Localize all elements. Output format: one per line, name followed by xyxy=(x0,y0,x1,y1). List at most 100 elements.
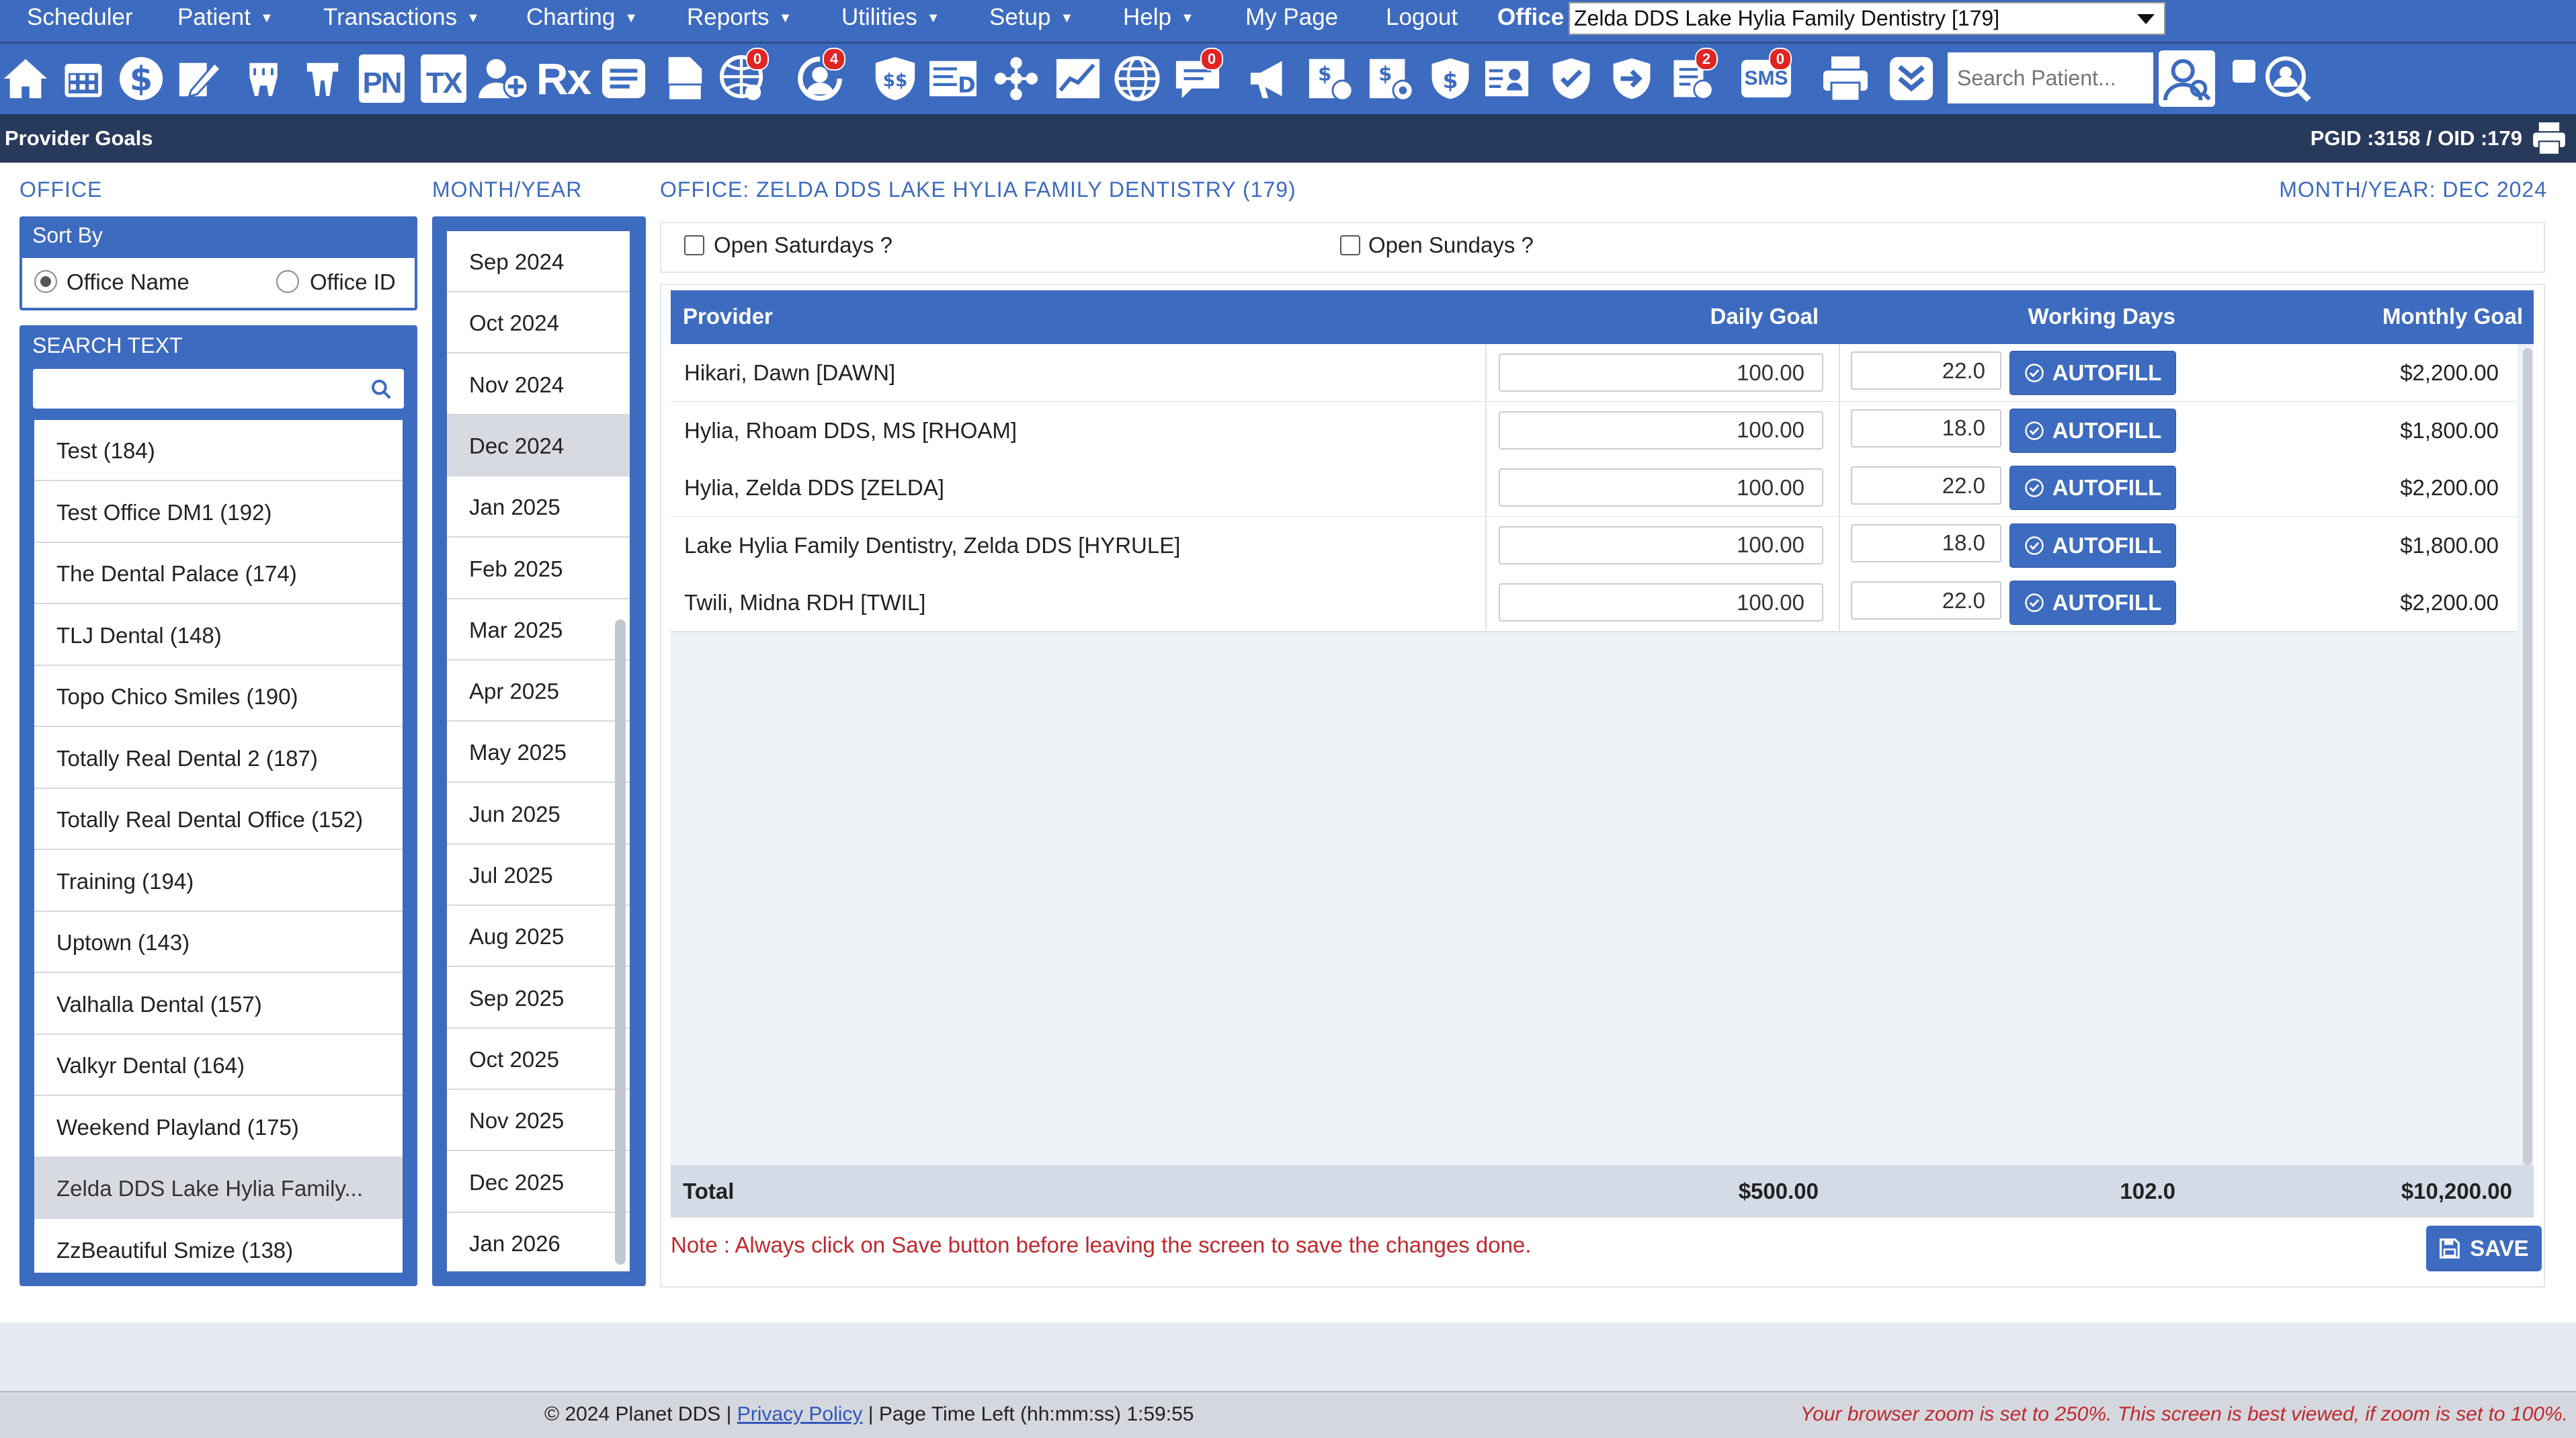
document-icon[interactable] xyxy=(659,50,710,107)
home-icon[interactable] xyxy=(0,50,51,107)
patient-search-input[interactable] xyxy=(1948,52,2153,103)
menu-charting[interactable]: Charting ▼ xyxy=(526,0,638,35)
month-scrollbar[interactable] xyxy=(615,620,626,1265)
menu-logout[interactable]: Logout xyxy=(1386,0,1458,35)
month-list-item[interactable]: Oct 2024 xyxy=(447,292,630,354)
sms-icon[interactable]: SMS 0 xyxy=(1741,48,1792,107)
working-days-input[interactable] xyxy=(1851,351,2001,390)
office-list-item[interactable]: Uptown (143) xyxy=(34,912,403,973)
open-saturdays-checkbox[interactable] xyxy=(684,235,704,255)
office-select[interactable]: Zelda DDS Lake Hylia Family Dentistry [1… xyxy=(1569,2,2165,35)
autofill-button[interactable]: AUTOFILL xyxy=(2009,581,2176,625)
month-list-item[interactable]: Jan 2025 xyxy=(447,476,630,538)
save-button[interactable]: SAVE xyxy=(2426,1226,2542,1271)
group-search-icon[interactable] xyxy=(2262,50,2313,107)
menu-scheduler[interactable]: Scheduler xyxy=(27,0,133,35)
month-list-item[interactable]: Aug 2025 xyxy=(447,906,630,968)
month-list-item[interactable]: Nov 2025 xyxy=(447,1090,630,1152)
office-list-item[interactable]: Totally Real Dental Office (152) xyxy=(34,789,403,850)
printer-icon[interactable] xyxy=(1820,50,1871,107)
progress-notes-icon[interactable]: PN xyxy=(356,50,407,107)
month-list-item[interactable]: Apr 2025 xyxy=(447,661,630,722)
office-list-item[interactable]: Totally Real Dental 2 (187) xyxy=(34,728,403,789)
verified-shield-icon[interactable] xyxy=(1546,50,1597,107)
grid-scrollbar[interactable] xyxy=(2523,348,2532,1165)
office-list-item[interactable]: The Dental Palace (174) xyxy=(34,543,403,604)
menu-help[interactable]: Help ▼ xyxy=(1123,0,1194,35)
month-list-item[interactable]: Oct 2025 xyxy=(447,1029,630,1090)
month-list-item[interactable]: Dec 2025 xyxy=(447,1152,630,1213)
office-search-input[interactable] xyxy=(33,369,404,409)
month-list-item[interactable]: Jan 2026 xyxy=(447,1213,630,1271)
payment-shield-icon[interactable]: $ xyxy=(1425,50,1476,107)
working-days-input[interactable] xyxy=(1851,466,2001,505)
sort-office-name-radio[interactable] xyxy=(34,270,57,293)
month-list-item[interactable]: Jul 2025 xyxy=(447,845,630,906)
treatment-plan-icon[interactable]: TX xyxy=(418,50,469,107)
chevron-double-down-icon[interactable] xyxy=(1886,50,1937,107)
patient-search-button[interactable] xyxy=(2159,50,2215,107)
tooth-chart-icon[interactable] xyxy=(297,50,348,107)
daily-goal-input[interactable] xyxy=(1499,525,1823,564)
autofill-button[interactable]: AUTOFILL xyxy=(2009,408,2176,453)
forward-shield-icon[interactable] xyxy=(1606,50,1657,107)
office-list-item[interactable]: Valhalla Dental (157) xyxy=(34,974,403,1035)
line-chart-icon[interactable] xyxy=(1052,50,1104,107)
billing-settings-icon[interactable]: $ xyxy=(1366,50,1417,107)
month-list-item[interactable]: Mar 2025 xyxy=(447,599,630,661)
month-list-item[interactable]: Sep 2025 xyxy=(447,968,630,1029)
month-list-item[interactable]: Feb 2025 xyxy=(447,538,630,599)
chat-messages-icon[interactable]: 0 xyxy=(1172,48,1223,107)
office-list-item[interactable]: Training (194) xyxy=(34,851,403,912)
daily-goal-input[interactable] xyxy=(1499,468,1823,507)
month-list-item[interactable]: Jun 2025 xyxy=(447,784,630,845)
office-list-item[interactable]: Test Office DM1 (192) xyxy=(34,482,403,543)
menu-utilities[interactable]: Utilities ▼ xyxy=(841,0,940,35)
menu-setup[interactable]: Setup ▼ xyxy=(989,0,1073,35)
tooth-icon[interactable] xyxy=(238,50,289,107)
prescription-icon[interactable]: Rx xyxy=(536,50,591,107)
privacy-policy-link[interactable]: Privacy Policy xyxy=(737,1403,863,1425)
menu-transactions[interactable]: Transactions ▼ xyxy=(323,0,480,35)
month-list-item[interactable]: Nov 2024 xyxy=(447,354,630,415)
dollar-transaction-icon[interactable]: $ xyxy=(116,50,167,107)
working-days-input[interactable] xyxy=(1851,581,2001,620)
toolbar-checkbox[interactable] xyxy=(2233,60,2255,83)
daily-goal-input[interactable] xyxy=(1499,353,1823,392)
autofill-button[interactable]: AUTOFILL xyxy=(2009,351,2176,395)
refresh-user-icon[interactable]: 4 xyxy=(794,48,845,107)
office-list-item[interactable]: TLJ Dental (148) xyxy=(34,605,403,666)
org-network-icon[interactable] xyxy=(991,50,1042,107)
menu-reports[interactable]: Reports ▼ xyxy=(687,0,792,35)
insurance-shield-icon[interactable]: $$ xyxy=(870,50,921,107)
month-list-item[interactable]: Dec 2024 xyxy=(447,415,630,476)
megaphone-icon[interactable] xyxy=(1245,50,1296,107)
calendar-icon[interactable] xyxy=(58,50,109,107)
search-icon[interactable] xyxy=(370,378,392,400)
working-days-input[interactable] xyxy=(1851,523,2001,562)
add-patient-icon[interactable] xyxy=(479,50,530,107)
menu-my-page[interactable]: My Page xyxy=(1245,0,1338,35)
working-days-input[interactable] xyxy=(1851,409,2001,448)
month-list-item[interactable]: May 2025 xyxy=(447,722,630,784)
office-list-item[interactable]: Valkyr Dental (164) xyxy=(34,1035,403,1096)
ledger-icon[interactable]: D xyxy=(927,50,979,107)
daily-goal-input[interactable] xyxy=(1499,411,1823,450)
office-list-item[interactable]: Zelda DDS Lake Hylia Family... xyxy=(34,1158,403,1219)
office-list-item[interactable]: ZzBeautiful Smize (138) xyxy=(34,1220,403,1273)
task-list-icon[interactable]: 2 xyxy=(1667,48,1718,107)
edit-notes-icon[interactable] xyxy=(173,50,224,107)
globe-network-icon[interactable]: 0 xyxy=(718,48,769,107)
office-list-item[interactable]: Test (184) xyxy=(34,420,403,481)
sort-office-id-radio[interactable] xyxy=(276,270,299,293)
daily-goal-input[interactable] xyxy=(1499,583,1823,622)
message-icon[interactable] xyxy=(598,50,649,107)
month-list-item[interactable]: Sep 2024 xyxy=(447,231,630,292)
autofill-button[interactable]: AUTOFILL xyxy=(2009,466,2176,510)
menu-patient[interactable]: Patient ▼ xyxy=(177,0,274,35)
office-list-item[interactable]: Topo Chico Smiles (190) xyxy=(34,666,403,727)
office-list-item[interactable]: Weekend Playland (175) xyxy=(34,1097,403,1158)
claims-link-icon[interactable]: $ xyxy=(1305,50,1356,107)
patient-card-icon[interactable] xyxy=(1481,50,1532,107)
print-page-icon[interactable] xyxy=(2530,121,2568,156)
